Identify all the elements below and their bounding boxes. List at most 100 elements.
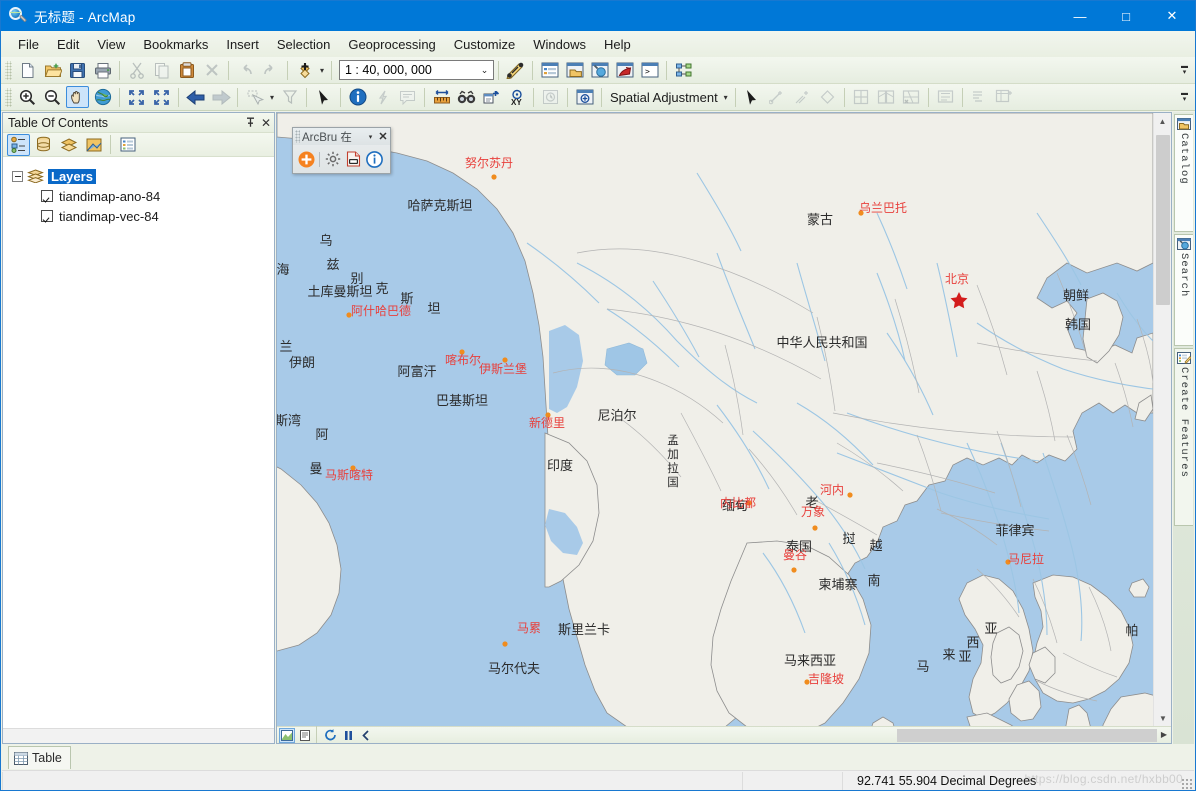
toc-options-button[interactable]: [116, 134, 139, 156]
scroll-thumb[interactable]: [897, 729, 1157, 742]
new-displacement-link-tool[interactable]: [766, 86, 789, 108]
html-popup-tool[interactable]: [396, 86, 419, 108]
arcbrutile-title-bar[interactable]: ArcBru 在 ▾ ✕: [293, 128, 390, 145]
xy-tool[interactable]: XY: [505, 86, 528, 108]
collapse-toggle-icon[interactable]: [12, 170, 23, 182]
menu-insert[interactable]: Insert: [217, 34, 268, 55]
open-button[interactable]: [41, 59, 64, 81]
dock-tab-create-features[interactable]: Create Features: [1174, 348, 1193, 526]
toc-layer-item[interactable]: tiandimap-ano-84: [3, 186, 274, 206]
redo-button[interactable]: [259, 59, 282, 81]
close-icon[interactable]: ✕: [376, 130, 390, 143]
spatial-adjustment-caret-icon[interactable]: ▾: [721, 86, 731, 108]
toc-root-layers[interactable]: Layers: [3, 166, 274, 186]
cache-document-icon[interactable]: [343, 148, 364, 170]
settings-gear-icon[interactable]: [322, 148, 343, 170]
zoom-out-tool[interactable]: [41, 86, 64, 108]
minimize-button[interactable]: —: [1057, 1, 1103, 31]
select-features-caret-icon[interactable]: ▾: [267, 86, 277, 108]
map-scale-combobox[interactable]: 1 : 40, 000, 000 ⌄: [339, 60, 494, 80]
about-info-icon[interactable]: [364, 148, 385, 170]
model-builder-button[interactable]: [672, 59, 695, 81]
map-horizontal-scrollbar[interactable]: [897, 729, 1157, 742]
fixed-zoom-out-button[interactable]: [150, 86, 173, 108]
close-button[interactable]: ✕: [1149, 1, 1195, 31]
full-extent-button[interactable]: [91, 86, 114, 108]
list-by-drawing-order-button[interactable]: [7, 133, 30, 156]
dock-tab-search[interactable]: Search: [1174, 234, 1193, 346]
edge-match-button[interactable]: [875, 86, 898, 108]
scroll-up-arrow-icon[interactable]: ▲: [1154, 113, 1171, 130]
delete-button[interactable]: [200, 59, 223, 81]
menu-view[interactable]: View: [88, 34, 134, 55]
go-to-xy-button[interactable]: [480, 86, 503, 108]
scroll-down-arrow-icon[interactable]: ▼: [1154, 710, 1171, 727]
edit-displacement-link-tool[interactable]: [816, 86, 839, 108]
toc-layer-item[interactable]: tiandimap-vec-84: [3, 206, 274, 226]
new-map-button[interactable]: [16, 59, 39, 81]
copy-button[interactable]: [150, 59, 173, 81]
toc-horizontal-scrollbar[interactable]: [3, 728, 274, 743]
identify-tool[interactable]: [346, 86, 369, 108]
clear-selection-button[interactable]: [278, 86, 301, 108]
arctoolbox-button[interactable]: [613, 59, 636, 81]
menu-edit[interactable]: Edit: [48, 34, 88, 55]
data-view-button[interactable]: [279, 727, 295, 743]
scroll-thumb[interactable]: [1156, 135, 1170, 305]
list-by-selection-button[interactable]: [82, 134, 105, 156]
resize-grip-icon[interactable]: [1181, 778, 1192, 789]
list-by-visibility-button[interactable]: [57, 134, 80, 156]
link-table-button[interactable]: [968, 86, 991, 108]
adjust-button[interactable]: [934, 86, 957, 108]
add-data-button[interactable]: [293, 59, 316, 81]
paste-button[interactable]: [175, 59, 198, 81]
close-icon[interactable]: ✕: [258, 114, 274, 132]
go-back-extent-button[interactable]: [184, 86, 207, 108]
hyperlink-tool[interactable]: [371, 86, 394, 108]
maximize-button[interactable]: □: [1103, 1, 1149, 31]
cut-button[interactable]: [125, 59, 148, 81]
scroll-right-arrow-icon[interactable]: ▶: [1158, 728, 1170, 741]
chevron-down-icon[interactable]: ⌄: [476, 65, 493, 76]
pause-drawing-button[interactable]: [340, 728, 356, 743]
pan-tool[interactable]: [66, 86, 89, 108]
add-layer-button[interactable]: [296, 148, 317, 170]
sa-select-elements-tool[interactable]: [741, 86, 764, 108]
menu-geoprocessing[interactable]: Geoprocessing: [339, 34, 444, 55]
go-forward-extent-button[interactable]: [209, 86, 232, 108]
find-button[interactable]: [455, 86, 478, 108]
select-elements-tool[interactable]: [312, 86, 335, 108]
limited-adjustment-button[interactable]: [900, 86, 923, 108]
add-data-caret-icon[interactable]: ▾: [317, 59, 327, 81]
map-canvas[interactable]: .land { fill:#f0efe9; stroke:#8d8d8d; st…: [277, 113, 1153, 727]
auto-hide-pin-icon[interactable]: [242, 114, 258, 132]
time-slider-button[interactable]: [539, 86, 562, 108]
print-button[interactable]: [91, 59, 114, 81]
menu-help[interactable]: Help: [595, 34, 640, 55]
search-window-button[interactable]: [588, 59, 611, 81]
spatial-adjustment-label[interactable]: Spatial Adjustment: [606, 90, 721, 105]
menu-bookmarks[interactable]: Bookmarks: [134, 34, 217, 55]
attribute-transfer-button[interactable]: [850, 86, 873, 108]
menu-file[interactable]: File: [9, 34, 48, 55]
menu-windows[interactable]: Windows: [524, 34, 595, 55]
save-button[interactable]: [66, 59, 89, 81]
chevron-down-icon[interactable]: ▾: [365, 133, 376, 141]
toolbar-overflow-button[interactable]: ▬ ▾: [1179, 86, 1190, 108]
menu-customize[interactable]: Customize: [445, 34, 524, 55]
undo-button[interactable]: [234, 59, 257, 81]
new-multi-displacement-link-tool[interactable]: [791, 86, 814, 108]
measure-tool[interactable]: [430, 86, 453, 108]
layer-visibility-checkbox[interactable]: [41, 190, 53, 202]
toolbar-grip[interactable]: [5, 60, 12, 80]
layer-visibility-checkbox[interactable]: [41, 210, 53, 222]
toolbar-overflow-button[interactable]: ▬ ▾: [1179, 59, 1190, 81]
view-link-table-button[interactable]: [993, 86, 1016, 108]
tab-table[interactable]: Table: [8, 746, 71, 769]
layout-view-button[interactable]: [297, 728, 313, 743]
catalog-window-button[interactable]: [563, 59, 586, 81]
zoom-in-tool[interactable]: [16, 86, 39, 108]
list-by-source-button[interactable]: [32, 134, 55, 156]
select-features-tool[interactable]: [243, 86, 266, 108]
python-window-button[interactable]: >: [638, 59, 661, 81]
